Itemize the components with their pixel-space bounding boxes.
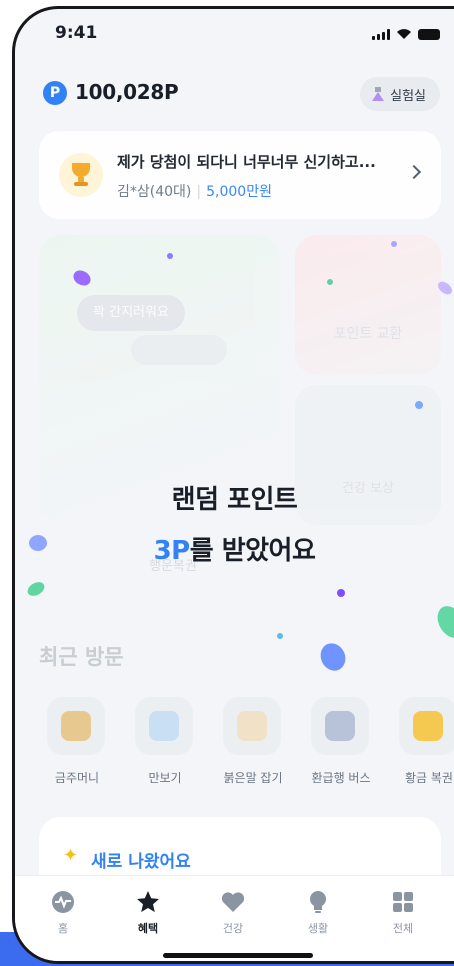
trophy-icon: [59, 153, 103, 197]
tab-label: 생활: [307, 922, 329, 935]
point-icon: P: [43, 81, 67, 105]
home-pulse-icon: [49, 888, 77, 916]
money-bag-icon: [61, 711, 91, 741]
recent-item-label: 붉은말 잡기: [223, 771, 283, 785]
tab-label: 혜택: [137, 922, 159, 935]
confetti: [316, 639, 350, 675]
winner-amount: 5,000만원: [206, 184, 272, 200]
recent-item-golden-lottery[interactable]: 황금 복권: [389, 697, 454, 797]
signal-icon: [372, 29, 390, 40]
sub-pill: [131, 335, 227, 365]
recent-item-label: 황금 복권: [405, 771, 453, 785]
winner-review-card[interactable]: 제가 당첨이 되다니 너무너무 신기하고... 김*삼(40대) | 5,000만원: [39, 131, 441, 219]
wifi-icon: [397, 29, 411, 39]
status-time: 9:41: [55, 23, 98, 43]
lab-button-label: 실험실: [390, 88, 426, 104]
status-bar: 9:41: [15, 9, 454, 61]
toast-message-rest: 를 받았어요: [189, 536, 316, 566]
recent-item-red-horse[interactable]: 붉은말 잡기: [213, 697, 293, 797]
point-exchange-label: 포인트 교환: [333, 326, 403, 342]
recent-visits-title: 최근 방문: [39, 645, 124, 669]
lab-button[interactable]: 실험실: [360, 77, 440, 111]
points-balance[interactable]: 100,028P: [75, 80, 179, 104]
tab-life[interactable]: 생활: [288, 888, 348, 936]
confetti: [415, 401, 423, 409]
recent-visits-list: 금주머니 만보기 붉은말 잡기 환급행 버스 황금 복권: [37, 697, 454, 797]
confetti: [327, 279, 333, 285]
toast-message: 3P를 받았어요: [15, 530, 454, 567]
chevron-right-icon: [406, 164, 422, 180]
shoe-icon: [149, 711, 179, 741]
recent-item-label: 환급행 버스: [311, 771, 371, 785]
tag-pill: 꽉 간지러워요: [77, 295, 185, 331]
confetti: [277, 633, 283, 639]
recent-item-gold-pouch[interactable]: 금주머니: [37, 697, 117, 797]
points-header: P 100,028P 실험실: [15, 77, 454, 111]
battery-icon: [418, 29, 440, 40]
star-icon: [134, 888, 162, 916]
recent-item-tile: [311, 697, 369, 755]
recent-item-tile: [223, 697, 281, 755]
point-exchange-card: 포인트 교환: [295, 235, 441, 375]
tab-label: 홈: [57, 922, 69, 935]
winner-meta: 김*삼(40대) | 5,000만원: [117, 181, 272, 201]
tab-label: 전체: [392, 922, 414, 935]
sparkle-icon: ✦: [63, 845, 79, 866]
recent-item-tile: [47, 697, 105, 755]
new-arrivals-title: 새로 나왔어요: [91, 852, 191, 872]
home-indicator[interactable]: [163, 953, 313, 958]
tab-home[interactable]: 홈: [33, 888, 93, 936]
confetti: [337, 589, 345, 597]
tab-label: 건강: [222, 922, 244, 935]
recent-item-label: 금주머니: [54, 771, 100, 785]
recent-item-refund-bus[interactable]: 환급행 버스: [301, 697, 381, 797]
flask-icon: [372, 87, 385, 101]
horse-icon: [237, 711, 267, 741]
random-point-toast: 랜덤 포인트 3P를 받았어요: [15, 479, 454, 567]
tab-benefits[interactable]: 혜택: [118, 888, 178, 936]
grid-icon: [389, 888, 417, 916]
confetti: [432, 601, 454, 643]
tab-health[interactable]: 건강: [203, 888, 263, 936]
winner-user: 김*삼(40대): [117, 184, 192, 200]
status-icons: [372, 28, 440, 40]
lottery-ticket-icon: [413, 711, 443, 741]
winner-title: 제가 당첨이 되다니 너무너무 신기하고...: [117, 153, 376, 171]
recent-item-pedometer[interactable]: 만보기: [125, 697, 205, 797]
recent-item-label: 만보기: [148, 771, 182, 785]
heart-icon: [219, 888, 247, 916]
divider: |: [196, 184, 202, 200]
toast-title: 랜덤 포인트: [171, 485, 298, 515]
lightbulb-icon: [304, 888, 332, 916]
bus-icon: [325, 711, 355, 741]
recent-item-tile: [135, 697, 193, 755]
phone-screen: 9:41 P 100,028P 실험실 제가 당첨이 되다니 너무너무 신기하고…: [12, 6, 454, 964]
confetti: [391, 241, 397, 247]
tab-all[interactable]: 전체: [373, 888, 433, 936]
toast-points: 3P: [153, 536, 191, 566]
recent-item-tile: [399, 697, 454, 755]
confetti: [167, 253, 173, 259]
bottom-tab-bar: 홈 혜택 건강 생활 전체: [15, 875, 454, 961]
